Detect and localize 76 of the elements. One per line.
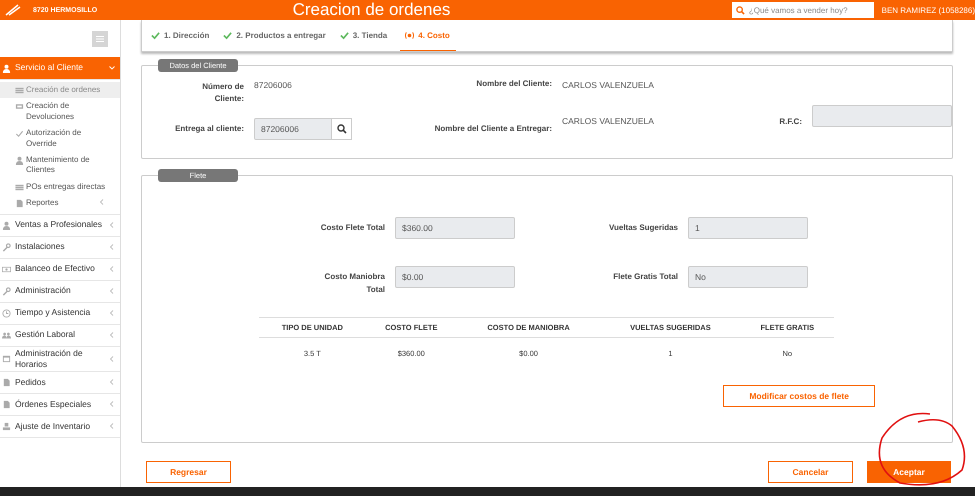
sidebar-item[interactable]: Pedidos [0,372,120,394]
document-icon [15,199,24,208]
menu-icon [95,34,105,44]
person-icon [15,156,24,165]
field-label: Nombre del Cliente: [475,78,552,90]
sidebar-item[interactable]: Balanceo de Efectivo [0,258,120,281]
search-icon [336,124,347,134]
field-label: R.F.C: [778,116,802,128]
sidebar-item[interactable]: Tiempo y Asistencia [0,302,120,325]
field-value: CARLOS VALENZUELA [562,116,655,126]
scale-icon [2,422,11,431]
table-icon [15,86,24,95]
submenu-item[interactable]: Reportes [0,195,120,212]
sidebar-item[interactable]: Instalaciones [0,236,120,259]
check-icon [222,31,234,40]
sidebar-item[interactable]: Ajuste de Inventario [0,416,120,438]
chevron-left-icon [108,243,116,252]
chevron-left-icon [108,400,116,408]
step-tab[interactable]: 3. Tienda [338,20,388,51]
chevron-left-icon [108,422,116,430]
wrench-icon [2,242,11,252]
search-field[interactable]: ¿Qué vamos a vender hoy? [732,2,874,18]
field-label: Entrega al cliente: [174,123,244,135]
sidebar-item[interactable]: Órdenes Especiales [0,394,120,416]
step-tab[interactable]: 1. Dirección [150,20,210,51]
field-label: Número de Cliente: [201,81,244,105]
chevron-left-icon [108,265,116,274]
field-label: Costo Maniobra Total [324,271,385,296]
chevron-left-icon [108,354,116,363]
field-value: CARLOS VALENZUELA [562,80,655,90]
sidebar-item[interactable]: Administración de Horarios [0,346,120,372]
input-field[interactable]: No [688,266,808,288]
field-label: Costo Flete Total [320,222,385,234]
person-icon [2,220,11,230]
cash-icon [2,264,11,274]
sidebar-item[interactable]: Administración [0,280,120,303]
field-value: 87206006 [254,80,293,90]
person-icon [2,64,11,72]
chevron-left-icon [108,309,116,318]
input-field[interactable]: 87206006 [254,118,332,140]
field-label: Nombre del Cliente a Entregar: [434,123,552,135]
input-field[interactable] [812,104,952,126]
sidebar-item[interactable]: Ventas a Profesionales [0,214,120,237]
submenu-item[interactable]: Autorización de Override [0,125,120,152]
card-icon [15,102,24,112]
chevron-left-icon [98,198,106,206]
document-icon [2,400,11,409]
field-label: Vueltas Sugeridas [608,222,678,234]
input-field[interactable]: $0.00 [395,266,515,288]
field-label: Flete Gratis Total [612,271,678,283]
people-icon [2,330,11,340]
table-icon [15,182,24,192]
radio-icon [404,30,416,40]
submenu-item[interactable]: Mantenimiento de Clientes [0,152,120,179]
document-icon [2,378,11,387]
chevron-left-icon [108,287,116,296]
chevron-left-icon [108,331,116,340]
check-icon [15,129,24,138]
input-field[interactable]: 1 [688,217,808,239]
logo-icon [3,2,23,18]
search-icon [736,6,745,14]
sidebar-item[interactable]: Gestión Laboral [0,324,120,347]
chevron-down-icon [108,64,116,72]
clock-icon [2,308,11,318]
page-title: Creacion de ordenes [292,0,452,20]
menu-button[interactable] [92,30,108,46]
input-field[interactable]: $360.00 [395,217,515,239]
submenu-item[interactable]: POs entregas directas [0,178,120,196]
submenu-item[interactable]: Creación de Devoluciones [0,98,120,126]
search-button[interactable] [332,118,352,140]
check-icon [150,31,161,40]
check-icon [338,31,350,40]
wrench-icon [2,286,11,296]
chevron-left-icon [108,221,116,230]
chevron-left-icon [108,378,116,386]
step-tab[interactable]: 2. Productos a entregar [222,20,326,51]
